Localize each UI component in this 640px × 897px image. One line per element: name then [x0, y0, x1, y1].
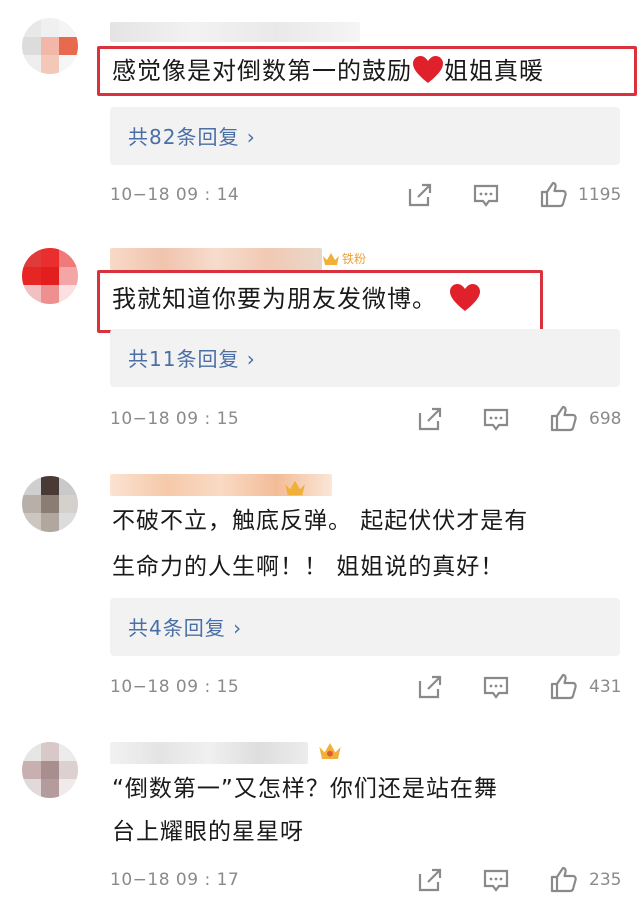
replies-link[interactable]: 共11条回复 › [110, 329, 620, 387]
comment-icon[interactable] [482, 405, 510, 433]
replies-link[interactable]: 共82条回复 › [110, 107, 620, 165]
crown-icon [285, 480, 305, 496]
share-icon[interactable] [416, 866, 444, 894]
fan-badge: 铁粉 [322, 250, 366, 267]
comment-time: 10−18 09 : 15 [110, 677, 240, 697]
comment-icon[interactable] [482, 673, 510, 701]
comment-icon[interactable] [472, 181, 500, 209]
crown-icon [323, 252, 339, 265]
heart-icon [413, 56, 443, 83]
comment-text-line: 我就知道你要为朋友发微博。 [112, 285, 437, 313]
avatar[interactable] [22, 248, 78, 304]
comment-text: “倒数第一”又怎样？你们还是站在舞 台上耀眼的星星呀 [112, 768, 498, 854]
like-count: 235 [589, 870, 622, 890]
share-icon[interactable] [416, 673, 444, 701]
comment-text-line1: “倒数第一”又怎样？你们还是站在舞 [112, 776, 498, 802]
replies-label: 共11条回复 › [128, 347, 256, 371]
share-icon[interactable] [416, 405, 444, 433]
like-count: 431 [589, 677, 622, 697]
like-icon[interactable] [550, 404, 578, 432]
username-blurred[interactable] [110, 742, 308, 764]
avatar[interactable] [22, 18, 78, 74]
comment-time: 10−18 09 : 17 [110, 870, 240, 890]
username-blurred[interactable] [110, 248, 322, 270]
comment-time: 10−18 09 : 15 [110, 409, 240, 429]
badge-label: 铁粉 [342, 252, 367, 266]
comment-time: 10−18 09 : 14 [110, 185, 240, 205]
avatar[interactable] [22, 742, 78, 798]
comment-text: 不破不立，触底反弹。 起起伏伏才是有 生命力的人生啊！！ 姐姐说的真好！ [112, 500, 528, 589]
comment-text-line2: 台上耀眼的星星呀 [112, 819, 304, 845]
like-icon[interactable] [540, 180, 568, 208]
username-blurred[interactable] [110, 22, 360, 42]
crown-icon [319, 743, 341, 759]
like-count: 1195 [578, 185, 622, 205]
replies-label: 共82条回复 › [128, 125, 256, 149]
comment-text: 我就知道你要为朋友发微博。 [112, 278, 481, 321]
comment-text: 感觉像是对倒数第一的鼓励 姐姐真暖 [112, 50, 544, 93]
replies-label: 共4条回复 › [128, 616, 243, 640]
heart-icon [450, 284, 480, 311]
avatar[interactable] [22, 476, 78, 532]
comment-text-part1: 感觉像是对倒数第一的鼓励 [112, 57, 412, 85]
comment-text-part2: 姐姐真暖 [444, 57, 544, 85]
like-icon[interactable] [550, 865, 578, 893]
comment-text-line2: 生命力的人生啊！！ 姐姐说的真好！ [112, 554, 505, 580]
like-count: 698 [589, 409, 622, 429]
share-icon[interactable] [406, 181, 434, 209]
like-icon[interactable] [550, 672, 578, 700]
comment-icon[interactable] [482, 866, 510, 894]
replies-link[interactable]: 共4条回复 › [110, 598, 620, 656]
comment-text-line1: 不破不立，触底反弹。 起起伏伏才是有 [112, 508, 529, 534]
